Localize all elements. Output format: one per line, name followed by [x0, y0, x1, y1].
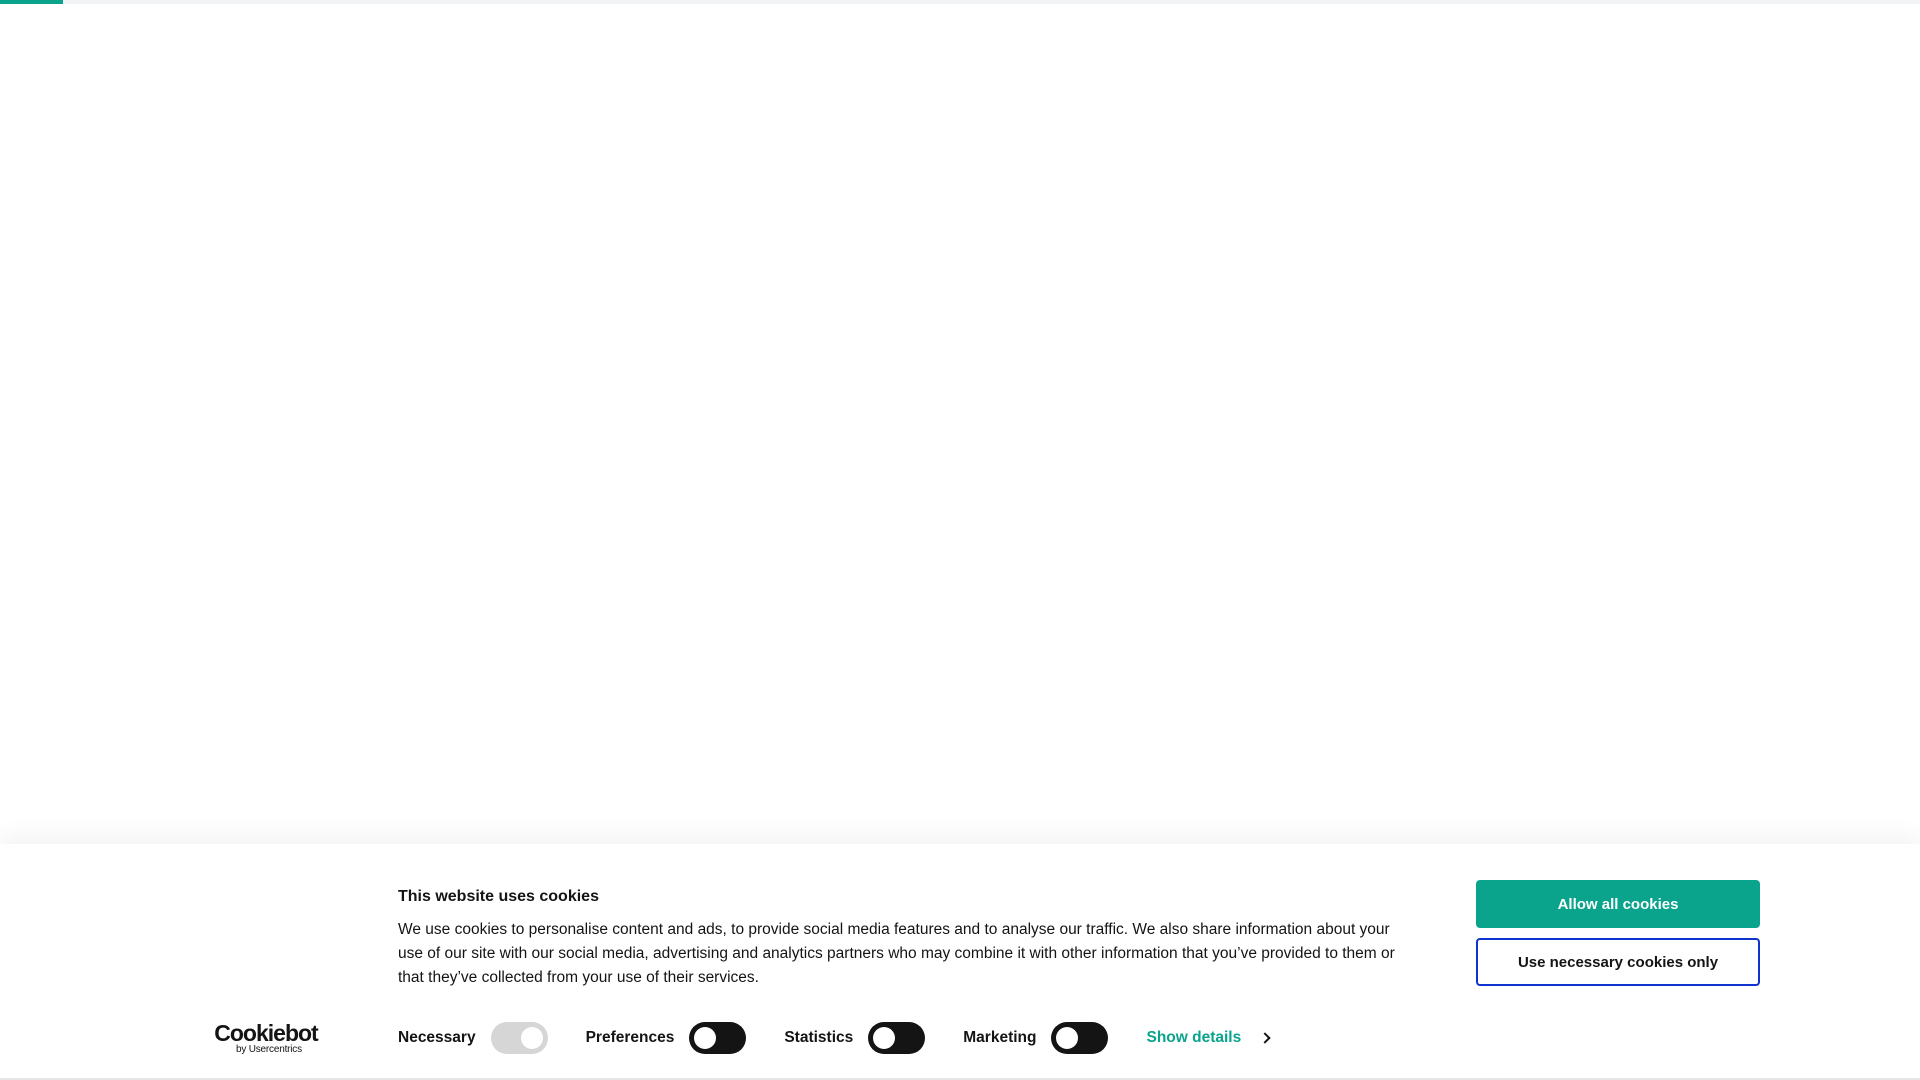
show-details-link[interactable]: Show details [1146, 1029, 1271, 1047]
cookie-consent-banner: This website uses cookies We use cookies… [0, 844, 1920, 1080]
cookie-banner-description: We use cookies to personalise content an… [398, 921, 1395, 986]
show-details-label: Show details [1146, 1029, 1242, 1046]
chevron-right-icon [1259, 1032, 1271, 1044]
preferences-toggle-switch[interactable] [689, 1022, 747, 1054]
toggle-group-necessary: Necessary [398, 1022, 548, 1054]
necessary-toggle-switch [490, 1022, 548, 1054]
toggle-knob [873, 1027, 896, 1049]
cookiebot-logo[interactable]: Cookiebot by Usercentrics [214, 1022, 318, 1056]
cookiebot-logo-wordmark: Cookiebot [214, 1020, 318, 1046]
toggle-group-marketing: Marketing [963, 1022, 1109, 1054]
cookie-category-toggles: Necessary Preferences Statistics Marketi… [398, 1022, 1271, 1054]
toggle-knob [520, 1027, 543, 1049]
statistics-toggle-switch[interactable] [868, 1022, 926, 1054]
cookie-banner-title: This website uses cookies [398, 888, 599, 905]
toggle-label-preferences: Preferences [585, 1029, 675, 1046]
toggle-label-necessary: Necessary [398, 1029, 476, 1046]
marketing-toggle-switch[interactable] [1051, 1022, 1109, 1054]
use-necessary-cookies-button[interactable]: Use necessary cookies only [1476, 938, 1760, 986]
toggle-group-statistics: Statistics [784, 1022, 926, 1054]
allow-all-cookies-button[interactable]: Allow all cookies [1476, 880, 1760, 928]
toggle-label-marketing: Marketing [963, 1029, 1037, 1046]
toggle-group-preferences: Preferences [586, 1022, 747, 1054]
page-content-blank [0, 4, 1920, 844]
toggle-knob [694, 1027, 717, 1049]
toggle-label-statistics: Statistics [784, 1029, 854, 1046]
toggle-knob [1056, 1027, 1079, 1049]
